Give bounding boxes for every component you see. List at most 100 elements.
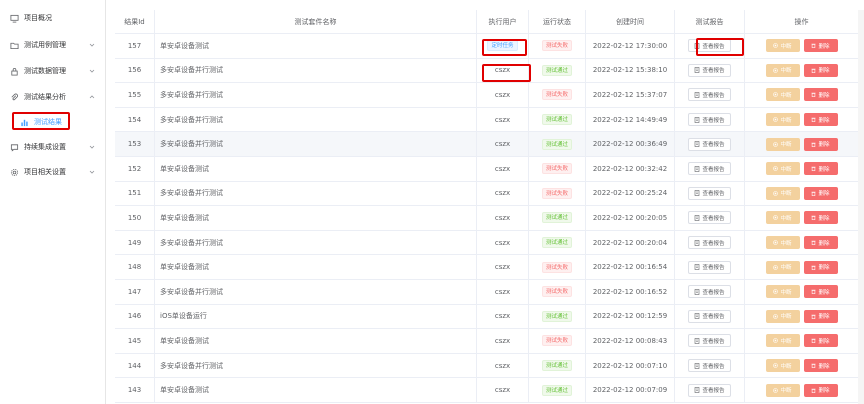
view-report-button[interactable]: 查看报告 (688, 137, 731, 151)
sidebar-item-testdata-management[interactable]: 测试数据管理 (0, 61, 106, 81)
user-cell: cszx (477, 107, 529, 132)
stop-button[interactable]: 中断 (765, 113, 800, 127)
stop-button[interactable]: 中断 (765, 162, 800, 176)
view-report-label: 查看报告 (702, 92, 725, 99)
view-report-button[interactable]: 查看报告 (688, 211, 731, 225)
status-badge: 测试通过 (541, 212, 572, 224)
sidebar-item-ci-settings[interactable]: 持续集成设置 (0, 137, 106, 157)
view-report-label: 查看报告 (702, 43, 725, 50)
created-time: 2022-02-12 00:20:05 (586, 206, 675, 230)
actions-cell: 中断 删除 (745, 132, 858, 156)
user-cell: cszx (477, 83, 529, 107)
view-report-button[interactable]: 查看报告 (688, 236, 731, 250)
document-icon (695, 67, 700, 74)
stop-button[interactable]: 中断 (765, 137, 800, 151)
delete-button[interactable]: 删除 (803, 359, 838, 373)
gear-icon (10, 168, 19, 177)
delete-button[interactable]: 删除 (803, 137, 838, 151)
view-report-button[interactable]: 查看报告 (688, 39, 731, 53)
document-icon (695, 387, 700, 393)
sidebar: 项目概况 测试用例管理 测试数据管理 测试结果分析 测试结果 持续集成设置 项目… (0, 0, 106, 404)
stop-icon (773, 314, 779, 319)
delete-button[interactable]: 删除 (803, 285, 838, 299)
suite-name: 多安卓设备并行测试 (155, 280, 477, 304)
delete-button[interactable]: 删除 (803, 63, 838, 77)
delete-button[interactable]: 删除 (803, 236, 838, 250)
paperclip-icon (10, 93, 19, 102)
view-report-button[interactable]: 查看报告 (688, 113, 731, 127)
stop-button[interactable]: 中断 (765, 309, 800, 323)
table-row: 152 单安卓设备测试 cszx 测试失败 2022-02-12 00:32:42 查看报… (115, 157, 858, 182)
delete-label: 删除 (818, 142, 830, 149)
stop-button[interactable]: 中断 (765, 260, 800, 274)
view-report-button[interactable]: 查看报告 (688, 162, 731, 176)
table-row: 153 多安卓设备并行测试 cszx 测试通过 2022-02-12 00:36:49 查… (115, 132, 858, 157)
sidebar-item-test-results[interactable]: 测试结果 (0, 112, 106, 132)
sidebar-item-testcase-management[interactable]: 测试用例管理 (0, 35, 106, 55)
executor-user: cszx (494, 213, 511, 222)
delete-button[interactable]: 删除 (803, 113, 838, 127)
status-badge: 测试失败 (541, 187, 572, 199)
stop-button[interactable]: 中断 (765, 383, 800, 397)
stop-button[interactable]: 中断 (765, 211, 800, 225)
view-report-button[interactable]: 查看报告 (688, 383, 731, 397)
view-report-button[interactable]: 查看报告 (688, 285, 731, 299)
sidebar-item-project-overview[interactable]: 项目概况 (0, 8, 106, 28)
delete-label: 删除 (818, 314, 830, 321)
view-report-button[interactable]: 查看报告 (688, 309, 731, 323)
stop-button[interactable]: 中断 (765, 63, 800, 77)
delete-button[interactable]: 删除 (803, 334, 838, 348)
view-report-button[interactable]: 查看报告 (688, 63, 731, 77)
chevron-down-icon (88, 143, 96, 151)
delete-button[interactable]: 删除 (803, 186, 838, 200)
result-id: 143 (115, 378, 155, 402)
suite-name: iOS单设备运行 (155, 304, 477, 329)
stop-button[interactable]: 中断 (765, 285, 800, 299)
view-report-button[interactable]: 查看报告 (688, 359, 731, 373)
stop-label: 中断 (780, 68, 792, 75)
delete-button[interactable]: 删除 (803, 162, 838, 176)
delete-button[interactable]: 删除 (803, 211, 838, 225)
created-time: 2022-02-12 00:07:09 (586, 378, 675, 402)
trash-icon (811, 44, 816, 49)
bar-chart-icon (20, 118, 29, 127)
delete-label: 删除 (818, 191, 830, 198)
status-cell: 测试通过 (529, 353, 586, 378)
stop-button[interactable]: 中断 (765, 39, 800, 53)
executor-user: cszx (494, 189, 511, 198)
status-cell: 测试失败 (529, 83, 586, 107)
report-cell: 查看报告 (675, 58, 745, 83)
delete-label: 删除 (818, 68, 830, 75)
suite-name: 多安卓设备并行测试 (155, 230, 477, 255)
user-cell: cszx (477, 58, 529, 83)
user-cell: cszx (477, 280, 529, 304)
stop-button[interactable]: 中断 (765, 334, 800, 348)
view-report-button[interactable]: 查看报告 (688, 88, 731, 102)
stop-button[interactable]: 中断 (765, 88, 800, 102)
delete-button[interactable]: 删除 (803, 39, 838, 53)
delete-label: 删除 (818, 363, 830, 370)
status-cell: 测试失败 (529, 157, 586, 181)
executor-user: cszx (494, 263, 511, 272)
sidebar-item-project-settings[interactable]: 项目相关设置 (0, 162, 106, 182)
executor-user: cszx (494, 66, 511, 75)
delete-button[interactable]: 删除 (803, 383, 838, 397)
sidebar-item-label: 测试结果 (34, 118, 62, 126)
stop-icon (773, 387, 779, 393)
stop-button[interactable]: 中断 (765, 236, 800, 250)
status-cell: 测试失败 (529, 181, 586, 206)
sidebar-item-result-analysis[interactable]: 测试结果分析 (0, 87, 106, 107)
stop-button[interactable]: 中断 (765, 359, 800, 373)
stop-button[interactable]: 中断 (765, 186, 800, 200)
delete-button[interactable]: 删除 (803, 88, 838, 102)
chevron-down-icon (88, 41, 96, 49)
result-id: 145 (115, 329, 155, 353)
suite-name: 单安卓设备测试 (155, 255, 477, 279)
delete-button[interactable]: 删除 (803, 260, 838, 274)
delete-label: 删除 (818, 240, 830, 247)
view-report-button[interactable]: 查看报告 (688, 260, 731, 274)
view-report-button[interactable]: 查看报告 (688, 334, 731, 348)
delete-button[interactable]: 删除 (803, 309, 838, 323)
scrollbar[interactable] (858, 10, 864, 404)
view-report-button[interactable]: 查看报告 (688, 186, 731, 200)
